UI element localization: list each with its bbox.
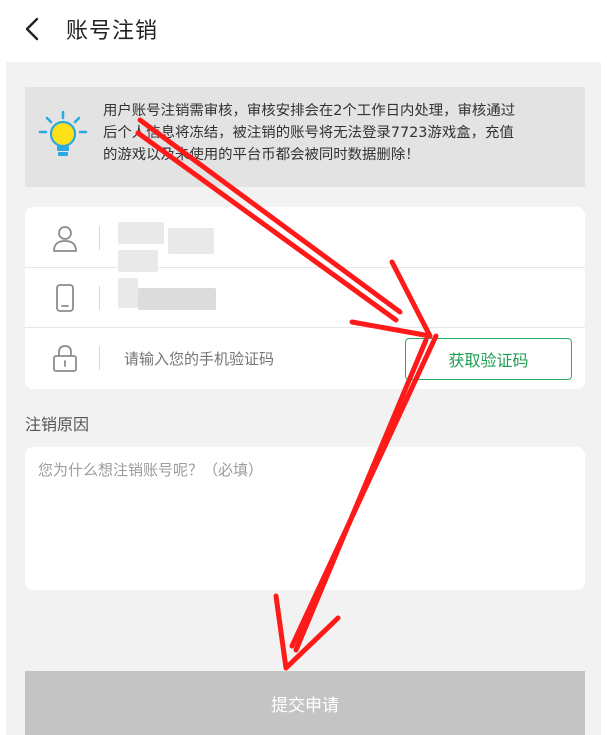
masked-phone — [118, 278, 138, 308]
submit-button[interactable]: 提交申请 — [25, 671, 585, 735]
chevron-left-icon[interactable] — [18, 14, 48, 44]
row-divider — [25, 327, 585, 328]
masked-phone — [138, 288, 216, 310]
masked-username — [168, 228, 214, 254]
get-code-button[interactable]: 获取验证码 — [405, 338, 572, 380]
notice-line: 用户账号注销需审核，审核安排会在2个工作日内处理，审核通过 — [103, 103, 516, 119]
masked-username — [118, 222, 164, 244]
notice-line: 的游戏以及未使用的平台币都会被同时数据删除！ — [103, 147, 420, 163]
user-icon — [53, 226, 77, 252]
verification-code-input[interactable] — [124, 346, 384, 372]
field-separator — [99, 226, 100, 250]
row-divider — [25, 267, 585, 268]
notice-line: 后个人信息将冻结，被注销的账号将无法登录7723游戏盒，充值 — [103, 125, 514, 141]
field-separator — [99, 346, 100, 370]
lightbulb-icon — [38, 110, 88, 156]
page-title: 账号注销 — [66, 19, 159, 44]
top-bar: 账号注销 — [0, 0, 607, 60]
lock-icon — [53, 345, 77, 372]
reason-label: 注销原因 — [25, 415, 90, 434]
masked-username — [118, 250, 158, 272]
field-separator — [99, 286, 100, 310]
phone-icon — [56, 284, 74, 312]
reason-textarea[interactable] — [25, 447, 585, 590]
notice-text: 用户账号注销需审核，审核安排会在2个工作日内处理，审核通过 后个人信息将冻结，被… — [103, 100, 571, 166]
